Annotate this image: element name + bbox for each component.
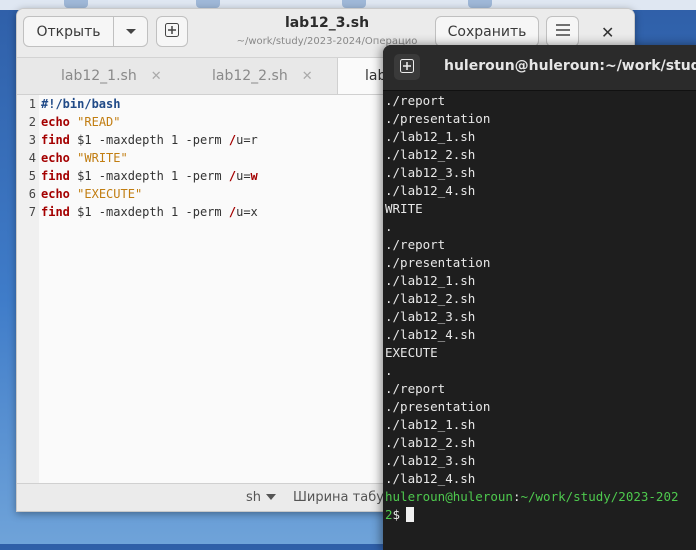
operator: /	[228, 133, 237, 147]
terminal-window: huleroun@huleroun:~/work/study/20 ./repo…	[383, 45, 696, 550]
code-text: u=r	[236, 133, 258, 147]
terminal-line: ./report	[385, 237, 446, 252]
keyword: find	[41, 205, 70, 219]
desktop-icon[interactable]	[64, 0, 88, 8]
desktop-icon[interactable]	[468, 0, 492, 8]
plus-icon	[400, 57, 414, 78]
chevron-down-icon	[265, 490, 277, 505]
prompt-symbol: $	[392, 507, 401, 522]
line-number: 2	[28, 115, 36, 129]
line-number: 1	[28, 97, 36, 111]
terminal-line: ./presentation	[385, 111, 491, 126]
desktop-icon[interactable]	[196, 0, 220, 8]
keyword: find	[41, 169, 70, 183]
open-button[interactable]: Открыть	[23, 16, 114, 47]
terminal-line: ./lab12_4.sh	[385, 327, 476, 342]
code-line: find $1 -maxdepth 1 -perm /u=x	[41, 203, 401, 221]
chevron-down-icon	[125, 24, 137, 40]
window-title: lab12_3.sh	[284, 15, 370, 31]
terminal-line: ./lab12_2.sh	[385, 147, 476, 162]
code-line: find $1 -maxdepth 1 -perm /u=w	[41, 167, 401, 185]
terminal-line: ./report	[385, 93, 446, 108]
open-dropdown-button[interactable]	[113, 16, 148, 47]
terminal-line: ./lab12_2.sh	[385, 435, 476, 450]
new-terminal-tab-button[interactable]	[394, 54, 420, 80]
hamburger-menu-icon	[555, 23, 570, 40]
terminal-line: .	[385, 363, 393, 378]
terminal-line: EXECUTE	[385, 345, 438, 360]
terminal-line: ./presentation	[385, 399, 491, 414]
terminal-line: ./lab12_3.sh	[385, 309, 476, 324]
code-line: echo "EXECUTE"	[41, 185, 401, 203]
terminal-line: ./lab12_4.sh	[385, 471, 476, 486]
language-selector[interactable]: sh	[246, 490, 277, 505]
terminal-line: ./lab12_3.sh	[385, 453, 476, 468]
line-number: 5	[28, 169, 36, 183]
code-text: $1 -maxdepth 1 -perm	[69, 169, 229, 183]
close-icon: ✕	[601, 23, 615, 42]
code-line: #!/bin/bash	[41, 95, 401, 113]
line-number: 6	[28, 187, 36, 201]
operator: /	[228, 205, 237, 219]
keyword: echo	[41, 115, 70, 129]
operator: /	[228, 169, 237, 183]
string-literal: "READ"	[77, 115, 121, 129]
code-editor-area[interactable]: #!/bin/bash echo "READ" find $1 -maxdept…	[41, 95, 401, 221]
line-number: 4	[28, 151, 36, 165]
terminal-headerbar: huleroun@huleroun:~/work/study/20	[383, 45, 696, 91]
line-number: 3	[28, 133, 36, 147]
terminal-line: ./lab12_1.sh	[385, 129, 476, 144]
shebang: #!/bin/bash	[41, 97, 121, 111]
code-text: $1 -maxdepth 1 -perm	[69, 205, 229, 219]
terminal-line: ./lab12_4.sh	[385, 183, 476, 198]
save-button[interactable]: Сохранить	[435, 16, 539, 47]
string-literal: "EXECUTE"	[77, 187, 143, 201]
code-line: echo "WRITE"	[41, 149, 401, 167]
prompt-user: huleroun@huleroun	[385, 489, 513, 504]
keyword: find	[41, 133, 70, 147]
language-label: sh	[246, 490, 262, 505]
main-menu-button[interactable]	[546, 16, 579, 47]
text-cursor	[406, 507, 415, 522]
tab-lab12-1[interactable]: lab12_1.sh ✕	[61, 58, 162, 94]
terminal-title: huleroun@huleroun:~/work/study/20	[444, 58, 696, 74]
tab-lab12-2[interactable]: lab12_2.sh ✕	[212, 58, 313, 94]
close-tab-icon[interactable]: ✕	[302, 69, 313, 84]
terminal-line: ./report	[385, 381, 446, 396]
line-number: 7	[28, 205, 36, 219]
prompt-path: ~/work/study/2023-202	[520, 489, 679, 504]
terminal-line: ./presentation	[385, 255, 491, 270]
terminal-line: ./lab12_3.sh	[385, 165, 476, 180]
terminal-line: ./lab12_2.sh	[385, 291, 476, 306]
terminal-prompt-continuation: 2$	[385, 506, 696, 524]
tab-width-selector[interactable]: Ширина табу	[293, 490, 384, 505]
code-text: $1 -maxdepth 1 -perm	[69, 133, 229, 147]
keyword: echo	[41, 151, 70, 165]
string-literal: "WRITE"	[77, 151, 128, 165]
line-number-gutter: 1 2 3 4 5 6 7	[17, 95, 39, 483]
tab-label: lab12_2.sh	[212, 68, 288, 84]
desktop-icon[interactable]	[342, 0, 366, 8]
close-window-button[interactable]: ✕	[601, 23, 614, 42]
terminal-prompt: huleroun@huleroun:~/work/study/2023-202	[385, 488, 696, 506]
code-line: find $1 -maxdepth 1 -perm /u=r	[41, 131, 401, 149]
code-line: echo "READ"	[41, 113, 401, 131]
code-text: u=	[236, 169, 251, 183]
close-tab-icon[interactable]: ✕	[151, 69, 162, 84]
tab-label: lab12_1.sh	[61, 68, 137, 84]
terminal-line: .	[385, 219, 393, 234]
terminal-line: ./lab12_1.sh	[385, 417, 476, 432]
keyword: w	[250, 169, 258, 183]
keyword: echo	[41, 187, 70, 201]
prompt-path-wrap: 2	[385, 507, 393, 522]
code-text: u=x	[236, 205, 258, 219]
terminal-line: WRITE	[385, 201, 423, 216]
terminal-line: ./lab12_1.sh	[385, 273, 476, 288]
terminal-output[interactable]: ./report ./presentation ./lab12_1.sh ./l…	[385, 92, 696, 524]
